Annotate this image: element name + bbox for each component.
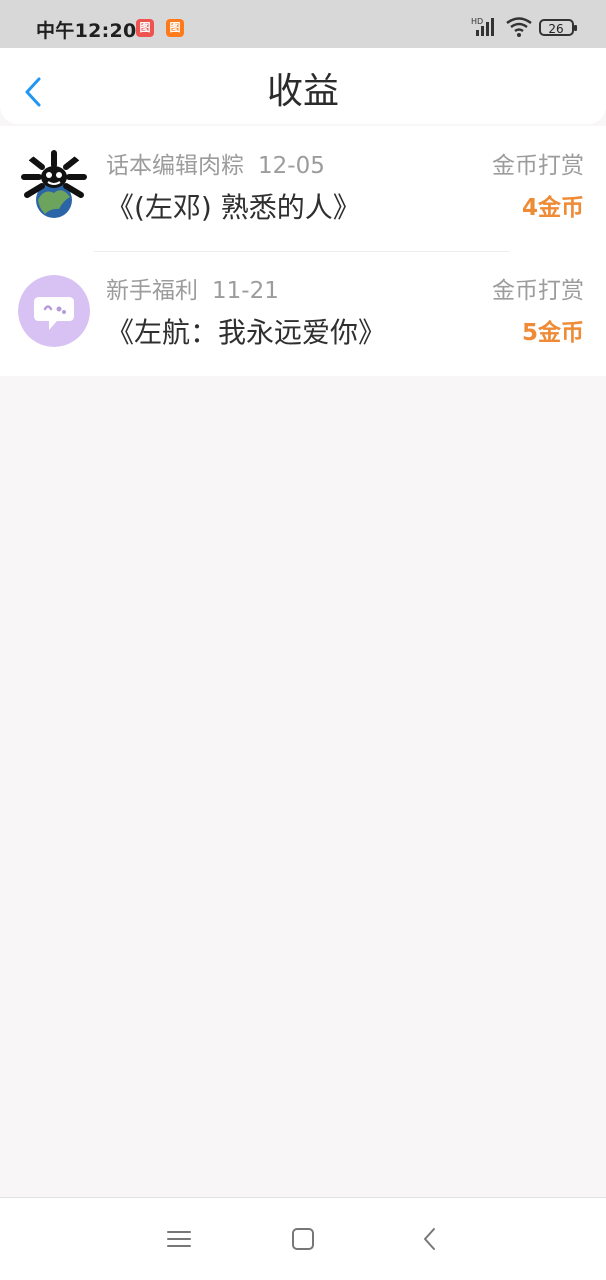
recent-apps-button[interactable] [164, 1224, 194, 1254]
rewards-list: 话本编辑肉粽 12-05 《(左邓) 熟悉的人》 金币打赏 4金币 新手福利 11-… [0, 126, 606, 376]
system-back-button[interactable] [416, 1224, 446, 1254]
story-title: 《(左邓) 熟悉的人》 [106, 191, 361, 224]
app-notification-icon: 图 [136, 19, 154, 37]
battery-icon: 26 [539, 19, 577, 36]
reward-item[interactable]: 话本编辑肉粽 12-05 《(左邓) 熟悉的人》 金币打赏 4金币 [0, 126, 606, 251]
reward-item[interactable]: 新手福利 11-21 《左航：我永远爱你》 金币打赏 5金币 [0, 251, 606, 376]
page-title: 收益 [266, 71, 339, 112]
reward-meta: 新手福利 11-21 [106, 275, 279, 307]
reward-type: 金币打赏 [492, 278, 584, 304]
signal-icon: HD [471, 17, 494, 36]
app-notification-icon: 图 [166, 19, 184, 37]
reward-amount: 5金币 [521, 320, 584, 346]
status-time: 中午12:20 [36, 20, 137, 42]
system-navigation-bar [0, 1197, 606, 1280]
sender-name: 新手福利 [106, 278, 198, 304]
reward-type: 金币打赏 [492, 153, 584, 179]
app-header: 收益 [0, 48, 606, 124]
signal-label: HD [471, 17, 483, 26]
earth-avatar-icon [18, 150, 90, 222]
story-title: 《左航：我永远爱你》 [106, 316, 387, 349]
sender-name: 话本编辑肉粽 [106, 153, 244, 179]
chat-bubble-avatar-icon [18, 275, 90, 347]
home-button[interactable] [288, 1224, 318, 1254]
reward-amount: 4金币 [521, 195, 584, 221]
battery-level: 26 [548, 22, 563, 36]
status-bar: 中午12:20 图 图 HD 26 [0, 0, 606, 48]
menu-icon [167, 1231, 191, 1247]
home-square-icon [292, 1228, 314, 1250]
reward-meta: 话本编辑肉粽 12-05 [106, 150, 325, 182]
back-chevron-icon [424, 1228, 435, 1250]
reward-date: 12-05 [258, 153, 325, 179]
wifi-icon [506, 17, 532, 37]
reward-date: 11-21 [212, 278, 279, 304]
